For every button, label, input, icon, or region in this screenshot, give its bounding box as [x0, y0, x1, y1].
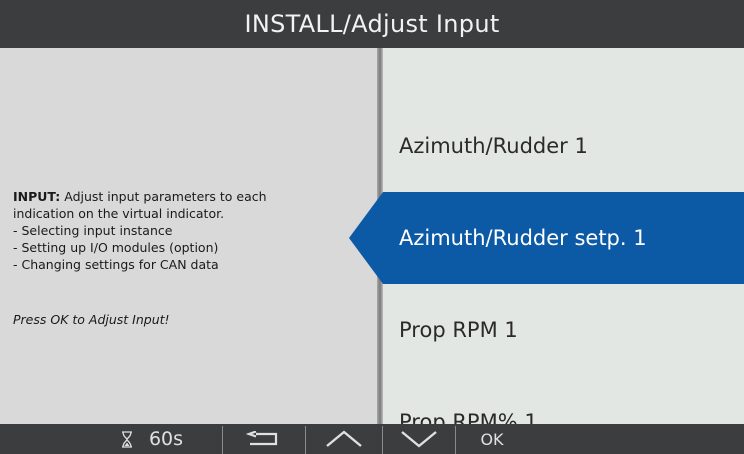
ok-button[interactable]: OK — [456, 424, 528, 454]
timeout-value: 60s — [148, 428, 184, 450]
menu-item-prop-rpm[interactable]: Prop RPM 1 — [383, 284, 744, 376]
help-line: indication on the virtual indicator. — [13, 206, 225, 221]
menu-item-azimuth-rudder[interactable]: Azimuth/Rudder 1 — [383, 100, 744, 192]
chevron-up-icon — [326, 430, 362, 447]
help-panel: INPUT: Adjust input parameters to each i… — [0, 48, 378, 424]
menu-item-label: Azimuth/Rudder 1 — [399, 134, 588, 158]
menu-item-label: Prop RPM 1 — [399, 318, 518, 342]
help-hint: Press OK to Adjust Input! — [13, 312, 170, 327]
down-button[interactable] — [383, 424, 455, 454]
hourglass-icon — [121, 430, 132, 448]
ok-label: OK — [480, 429, 504, 449]
menu-list: Azimuth/Rudder 1 Azimuth/Rudder setp. 1 … — [383, 48, 744, 424]
help-heading: INPUT: — [13, 189, 61, 204]
chevron-down-icon — [401, 431, 437, 448]
timeout-indicator: 60s — [82, 424, 222, 454]
bottom-bar: 60s OK — [0, 424, 744, 454]
menu-item-label: Azimuth/Rudder setp. 1 — [399, 226, 647, 250]
selection-pointer-icon — [349, 192, 383, 284]
back-button[interactable] — [223, 424, 305, 454]
help-line: - Setting up I/O modules (option) — [13, 240, 219, 255]
menu-item-prop-rpm-percent[interactable]: Prop RPM% 1 — [383, 376, 744, 424]
menu-item-azimuth-rudder-setpoint[interactable]: Azimuth/Rudder setp. 1 — [383, 192, 744, 284]
menu-item-label: Prop RPM% 1 — [399, 410, 538, 424]
help-text: INPUT: Adjust input parameters to each i… — [13, 188, 343, 273]
help-line: - Selecting input instance — [13, 223, 173, 238]
help-line: Adjust input parameters to each — [60, 189, 267, 204]
up-button[interactable] — [306, 424, 382, 454]
help-line: - Changing settings for CAN data — [13, 257, 219, 272]
back-arrow-icon — [246, 431, 278, 446]
page-title: INSTALL/Adjust Input — [244, 10, 500, 38]
title-bar: INSTALL/Adjust Input — [0, 0, 744, 48]
